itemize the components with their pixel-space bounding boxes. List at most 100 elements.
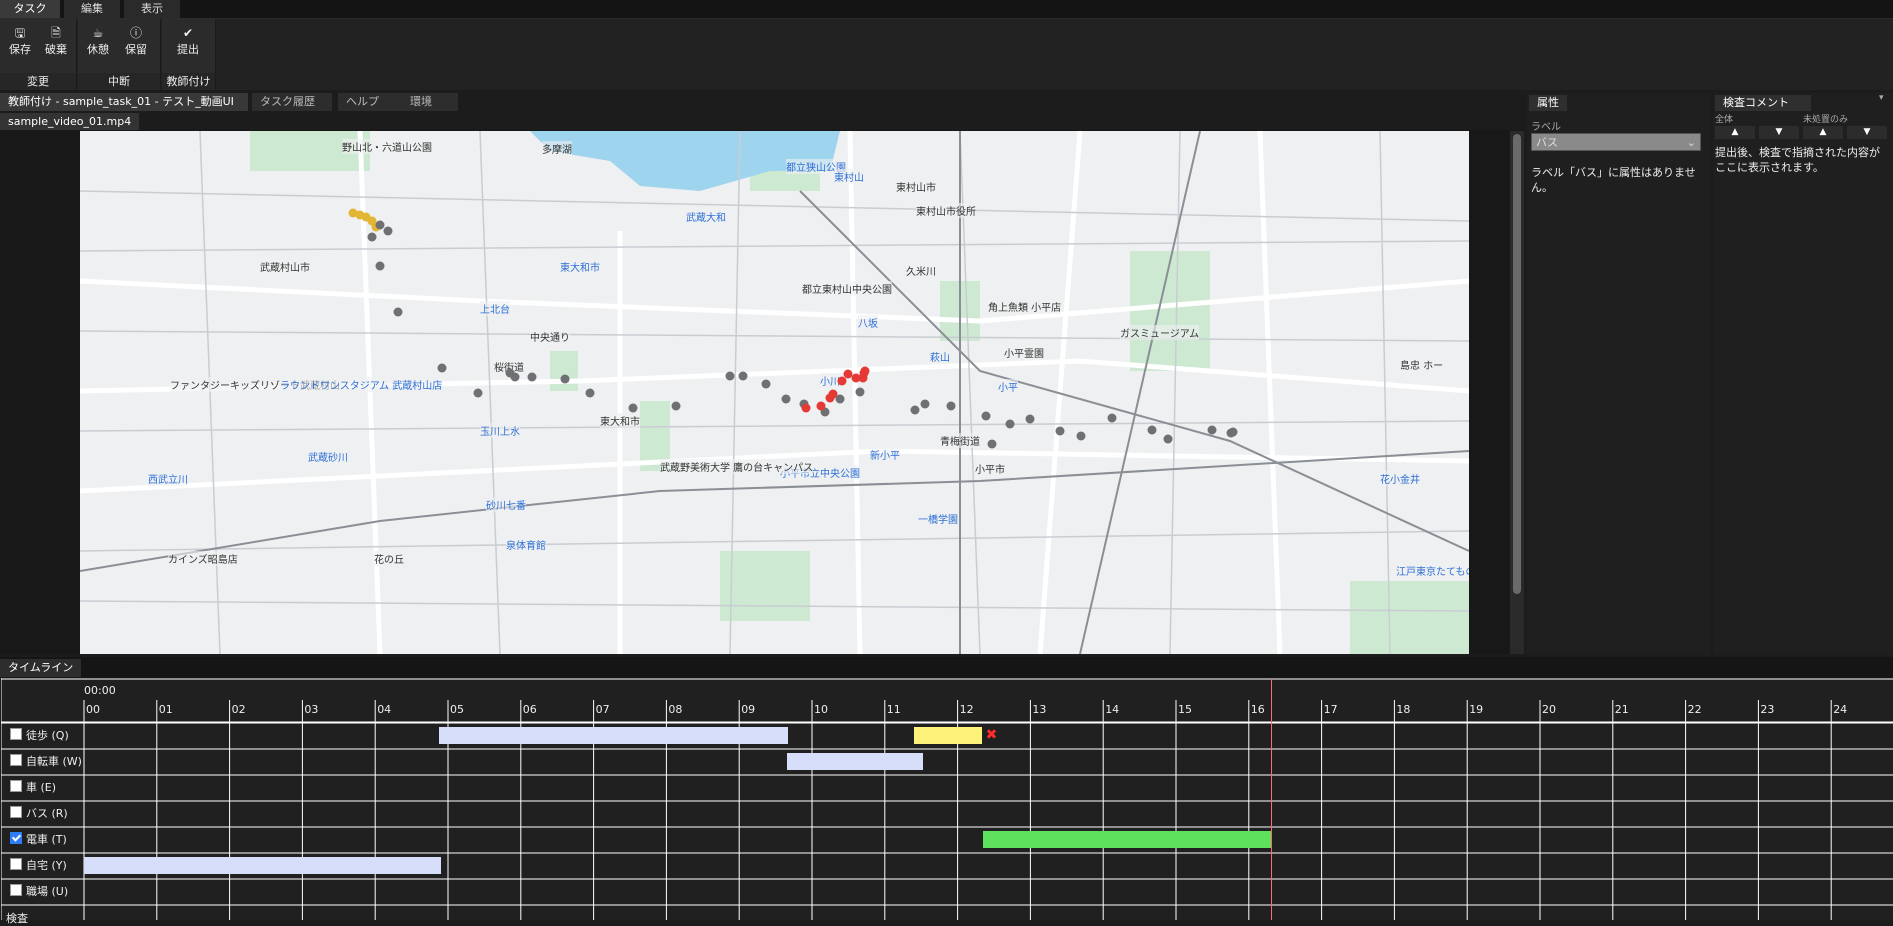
track-point-gray[interactable] bbox=[671, 401, 681, 411]
track-point-gray[interactable] bbox=[1207, 425, 1217, 435]
row-checkbox[interactable] bbox=[10, 884, 22, 896]
track-point-red[interactable] bbox=[828, 389, 838, 399]
timeline-row-label[interactable]: 自宅 (Y) bbox=[10, 853, 67, 879]
timeline-row-label[interactable]: 電車 (T) bbox=[10, 827, 67, 853]
timeline-row-label[interactable]: バス (R) bbox=[10, 801, 68, 827]
track-point-gray[interactable] bbox=[367, 232, 377, 242]
label-select[interactable]: バス ⌄ bbox=[1531, 133, 1701, 151]
track-point-gray[interactable] bbox=[375, 220, 385, 230]
track-point-red[interactable] bbox=[816, 401, 826, 411]
track-point-gray[interactable] bbox=[393, 307, 403, 317]
timeline-segment[interactable] bbox=[439, 727, 788, 744]
track-point-gray[interactable] bbox=[1005, 419, 1015, 429]
ribbon-group-change: 🖫 保存 🗎 破棄 変更 bbox=[0, 19, 77, 90]
row-label-text: 徒歩 (Q) bbox=[26, 729, 69, 742]
video-file-tab[interactable]: sample_video_01.mp4 bbox=[0, 113, 140, 130]
track-point-gray[interactable] bbox=[628, 403, 638, 413]
track-point-gray[interactable] bbox=[527, 372, 537, 382]
ribbon-group-annotation: ✔ 提出 教師付け bbox=[162, 19, 216, 90]
row-checkbox[interactable] bbox=[10, 858, 22, 870]
tab-task-history[interactable]: タスク履歴 bbox=[252, 93, 332, 111]
menu-tab-view[interactable]: 表示 bbox=[124, 0, 180, 18]
track-point-gray[interactable] bbox=[781, 394, 791, 404]
inspection-comment-panel: 検査コメント ▾ 全体 未処置のみ ▲ ▼ ▲ ▼ 提出後、検査で指摘された内容… bbox=[1713, 93, 1893, 655]
playhead-cursor[interactable] bbox=[1270, 679, 1272, 920]
track-point-gray[interactable] bbox=[1163, 434, 1173, 444]
row-checkbox[interactable] bbox=[10, 806, 22, 818]
track-point-gray[interactable] bbox=[383, 226, 393, 236]
prev-unresolved-button[interactable]: ▲ bbox=[1803, 126, 1843, 139]
timeline-row-label[interactable]: 自転車 (W) bbox=[10, 749, 82, 775]
menu-tab-task[interactable]: タスク bbox=[0, 0, 60, 18]
timeline-tick-label: 11 bbox=[886, 703, 901, 716]
track-point-gray[interactable] bbox=[910, 405, 920, 415]
submit-button[interactable]: ✔ 提出 bbox=[170, 25, 206, 65]
track-point-gray[interactable] bbox=[855, 387, 865, 397]
timeline-row-label[interactable]: 職場 (U) bbox=[10, 879, 68, 905]
track-point-red[interactable] bbox=[843, 369, 853, 379]
track-point-gray[interactable] bbox=[473, 388, 483, 398]
row-checkbox[interactable] bbox=[10, 780, 22, 792]
timeline-segment[interactable] bbox=[786, 753, 924, 770]
track-point-gray[interactable] bbox=[738, 371, 748, 381]
delete-segment-icon[interactable]: ✖ bbox=[986, 727, 998, 743]
track-point-gray[interactable] bbox=[1147, 425, 1157, 435]
scope-all-label: 全体 bbox=[1715, 115, 1734, 125]
track-point-gray[interactable] bbox=[585, 388, 595, 398]
track-point-gray[interactable] bbox=[510, 372, 520, 382]
timeline-row-label[interactable]: 徒歩 (Q) bbox=[10, 723, 69, 749]
track-point-gray[interactable] bbox=[981, 411, 991, 421]
tab-environment[interactable]: 環境 bbox=[402, 93, 458, 111]
break-button[interactable]: ☕ 休憩 bbox=[80, 25, 116, 65]
tab-annotation[interactable]: 教師付け - sample_task_01 - テスト_動画UI * bbox=[0, 93, 248, 126]
track-point-red[interactable] bbox=[801, 403, 811, 413]
track-point-gray[interactable] bbox=[725, 371, 735, 381]
track-point-gray[interactable] bbox=[987, 439, 997, 449]
save-button[interactable]: 🖫 保存 bbox=[2, 25, 38, 65]
prev-all-button[interactable]: ▲ bbox=[1715, 126, 1755, 139]
tab-attributes[interactable]: 属性 bbox=[1529, 95, 1567, 111]
ribbon-group-pause: ☕ 休憩 ⓘ 保留 中断 bbox=[78, 19, 161, 90]
track-point-gray[interactable] bbox=[1107, 413, 1117, 423]
timeline-segment[interactable] bbox=[913, 727, 982, 744]
track-point-gray[interactable] bbox=[946, 401, 956, 411]
tab-help[interactable]: ヘルプ bbox=[338, 93, 404, 111]
track-point-gray[interactable] bbox=[920, 399, 930, 409]
track-point-gray[interactable] bbox=[1055, 426, 1065, 436]
timeline-grid[interactable] bbox=[1, 678, 1893, 920]
timeline-segment[interactable] bbox=[84, 857, 441, 874]
timeline-tick-label: 13 bbox=[1032, 703, 1047, 716]
track-point-gray[interactable] bbox=[437, 363, 447, 373]
timeline-footer-label: 検査 bbox=[6, 912, 28, 925]
timeline-row-label[interactable]: 車 (E) bbox=[10, 775, 56, 801]
row-checkbox[interactable] bbox=[10, 754, 22, 766]
row-label-text: 自宅 (Y) bbox=[26, 859, 67, 872]
panel-menu-icon[interactable]: ▾ bbox=[1879, 93, 1884, 103]
next-unresolved-button[interactable]: ▼ bbox=[1847, 126, 1887, 139]
track-point-gray[interactable] bbox=[1076, 431, 1086, 441]
track-point-gray[interactable] bbox=[1025, 414, 1035, 424]
track-point-gray[interactable] bbox=[560, 374, 570, 384]
tab-inspection-comments[interactable]: 検査コメント bbox=[1715, 95, 1811, 111]
timeline-tick-label: 21 bbox=[1614, 703, 1629, 716]
row-checkbox[interactable] bbox=[10, 832, 22, 844]
track-point-gray[interactable] bbox=[1228, 427, 1238, 437]
hold-button[interactable]: ⓘ 保留 bbox=[118, 25, 154, 65]
track-point-red[interactable] bbox=[860, 366, 870, 376]
timeline-tick-label: 18 bbox=[1396, 703, 1411, 716]
scrollbar-thumb[interactable] bbox=[1513, 134, 1521, 594]
track-point-gray[interactable] bbox=[375, 261, 385, 271]
menu-tab-edit[interactable]: 編集 bbox=[64, 0, 120, 18]
next-all-button[interactable]: ▼ bbox=[1759, 126, 1799, 139]
timeline-segment[interactable] bbox=[983, 831, 1271, 848]
ribbon-group-label: 教師付け bbox=[162, 73, 215, 90]
tab-timeline[interactable]: タイムライン bbox=[0, 659, 82, 677]
discard-button[interactable]: 🗎 破棄 bbox=[38, 25, 74, 65]
row-label-text: 電車 (T) bbox=[26, 833, 67, 846]
map-video-frame[interactable]: 野山北・六道山公園 多摩湖 都立狭山公園 東村山 東村山市 東村山市役所 武蔵大和 武蔵村山市… bbox=[80, 131, 1469, 654]
ribbon-toolbar: 🖫 保存 🗎 破棄 変更 ☕ 休憩 ⓘ 保留 中断 ✔ 提出 教師付け bbox=[0, 19, 1893, 90]
row-checkbox[interactable] bbox=[10, 728, 22, 740]
timeline-tick-label: 04 bbox=[377, 703, 392, 716]
track-point-gray[interactable] bbox=[761, 379, 771, 389]
track-point-red[interactable] bbox=[837, 376, 847, 386]
